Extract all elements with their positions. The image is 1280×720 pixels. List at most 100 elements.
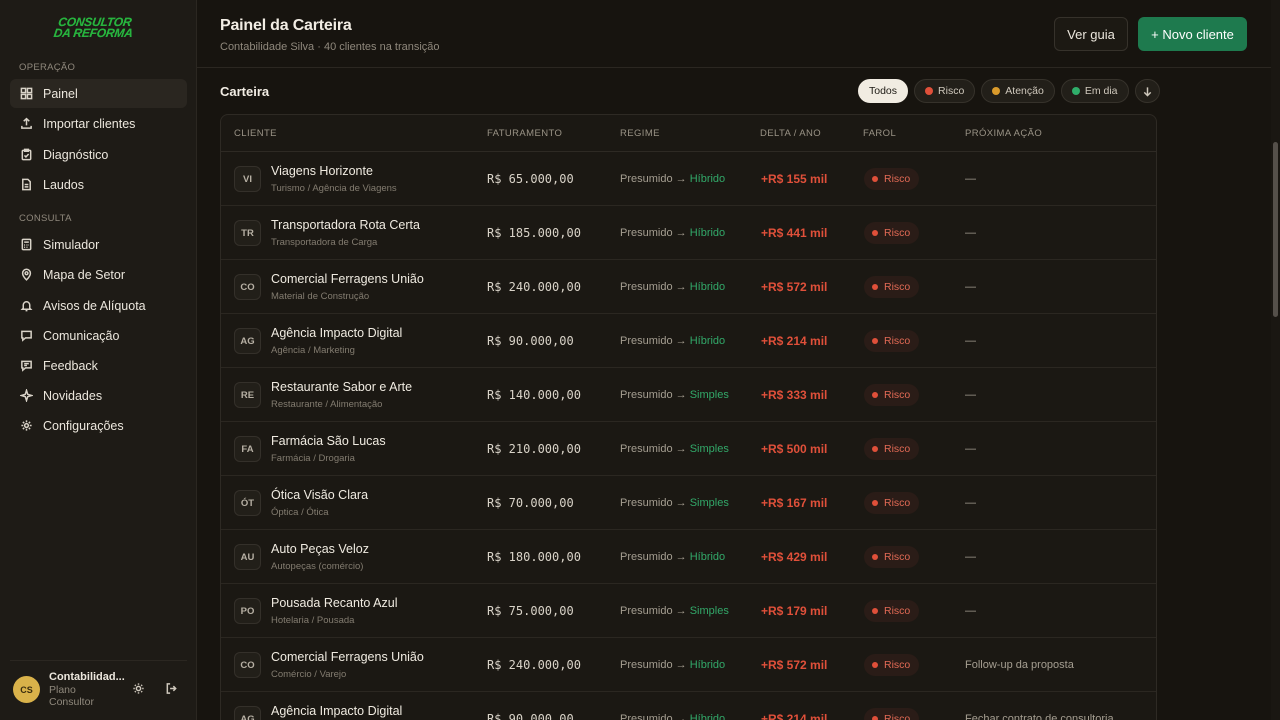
filter-todos[interactable]: Todos [858,79,909,103]
client-initials: AG [234,328,261,354]
table-row[interactable]: ÓT Ótica Visão Clara Óptica / Ótica R$ 70.0… [221,476,1156,530]
client-revenue: R$ 140.000,00 [487,388,581,402]
client-sector: Comércio / Varejo [271,669,347,680]
sidebar-item-simulador[interactable]: Simulador [10,230,187,259]
nav-section-operacao: OPERAÇÃO [19,62,76,73]
status-label: Risco [884,389,911,401]
filter-em-dia[interactable]: Em dia [1060,79,1129,103]
client-delta: +R$ 179 mil [761,604,828,618]
client-next-action: — [965,335,976,347]
client-initials: FA [234,436,261,462]
status-badge: Risco [864,276,920,298]
table-row[interactable]: CO Comercial Ferragens União Comércio / Va… [221,638,1156,692]
client-name[interactable]: Restaurante Sabor e Arte [271,380,412,394]
column-header-proxima-acao[interactable]: PRÓXIMA AÇÃO [965,128,1042,139]
client-name[interactable]: Auto Peças Veloz [271,542,369,556]
sidebar-item-label: Avisos de Alíquota [43,298,146,313]
sidebar-item-comunicacao[interactable]: Comunicação [10,321,187,350]
table-row[interactable]: VI Viagens Horizonte Turismo / Agência de … [221,152,1156,206]
sidebar-item-painel[interactable]: Painel [10,79,187,108]
client-next-action: — [965,281,976,293]
sidebar-item-diagnostico[interactable]: Diagnóstico [10,140,187,169]
client-name[interactable]: Ótica Visão Clara [271,488,368,502]
sidebar-item-label: Importar clientes [43,116,136,131]
client-next-action: — [965,551,976,563]
client-next-action: — [965,227,976,239]
scrollbar-thumb[interactable] [1273,142,1278,317]
theme-toggle-button[interactable] [132,682,146,696]
sidebar-item-label: Mapa de Setor [43,267,125,282]
sidebar-item-avisos-de-aliquota[interactable]: Avisos de Alíquota [10,291,187,320]
table-row[interactable]: AGAgência Impacto DigitalAgência / Marke… [221,314,1156,368]
client-regime: Presumido → Híbrido [620,713,725,720]
sidebar-item-novidades[interactable]: Novidades [10,381,187,410]
avatar[interactable]: CS [13,676,40,703]
status-badge: Risco [864,330,920,352]
regime-to: Simples [689,443,729,455]
client-initials: TR [234,220,261,246]
feedback-icon [19,359,33,373]
sidebar-item-feedback[interactable]: Feedback [10,351,187,380]
logout-button[interactable] [165,682,179,696]
page-scrollbar[interactable] [1271,0,1280,720]
table-row[interactable]: TR Transportadora Rota Certa Transportador… [221,206,1156,260]
table-row[interactable]: AGAgência Impacto DigitalAgência / Marke… [221,692,1156,720]
client-revenue: R$ 210.000,00 [487,442,581,456]
column-header-farol[interactable]: FAROL [863,128,896,139]
regime-from: Presumido → [620,551,687,563]
gear-icon [19,419,33,433]
sort-button[interactable] [1134,79,1160,103]
client-name[interactable]: Transportadora Rota Certa [271,218,420,232]
brand-logo[interactable]: CONSULTOR DA REFORMA [46,15,141,40]
status-label: Risco [884,443,911,455]
client-revenue: R$ 240.000,00 [487,280,581,294]
table-header: CLIENTE FATURAMENTO REGIME DELTA / ANO F… [221,115,1156,152]
table-row[interactable]: CO Comercial Ferragens União Material de C… [221,260,1156,314]
sidebar-item-label: Configurações [43,418,124,433]
column-header-regime[interactable]: REGIME [620,128,660,139]
status-badge: Risco [864,654,920,676]
filter-atencao[interactable]: Atenção [981,79,1055,103]
column-header-delta[interactable]: DELTA / ANO [760,128,821,139]
sidebar-item-configuracoes[interactable]: Configurações [10,411,187,440]
client-revenue: R$ 65.000,00 [487,172,574,186]
client-regime: Presumido → Híbrido [620,335,725,347]
filter-risco[interactable]: Risco [914,79,976,103]
client-sector: Autopeças (comércio) [271,561,364,572]
client-initials: CO [234,274,261,300]
filter-label: Todos [869,85,898,97]
column-header-cliente[interactable]: CLIENTE [234,128,277,139]
client-regime: Presumido → Híbrido [620,551,725,563]
client-name[interactable]: Viagens Horizonte [271,164,373,178]
sidebar-item-importar-clientes[interactable]: Importar clientes [10,109,187,138]
sidebar-item-mapa-de-setor[interactable]: Mapa de Setor [10,260,187,289]
table-row[interactable]: FA Farmácia São Lucas Farmácia / Drogaria R… [221,422,1156,476]
client-sector: Restaurante / Alimentação [271,399,383,410]
bell-icon [19,299,33,313]
column-header-faturamento[interactable]: FATURAMENTO [487,128,562,139]
table-row[interactable]: AU Auto Peças Veloz Autopeças (comércio) R$… [221,530,1156,584]
sidebar-item-laudos[interactable]: Laudos [10,170,187,199]
client-name[interactable]: Comercial Ferragens União [271,650,424,664]
view-guide-button[interactable]: Ver guia [1054,17,1128,51]
sidebar-item-label: Comunicação [43,328,120,343]
client-name[interactable]: Agência Impacto Digital [271,326,402,340]
client-next-action: — [965,389,976,401]
table-row[interactable]: RE Restaurante Sabor e Arte Restaurante / … [221,368,1156,422]
regime-from: Presumido → [620,713,687,720]
sidebar-item-label: Painel [43,86,78,101]
map-pin-icon [19,268,33,282]
client-regime: Presumido → Simples [620,497,729,509]
client-name[interactable]: Pousada Recanto Azul [271,596,397,610]
client-regime: Presumido → Simples [620,605,729,617]
sidebar-item-label: Laudos [43,177,85,192]
table-row[interactable]: PO Pousada Recanto Azul Hotelaria / Pousad… [221,584,1156,638]
client-name[interactable]: Comercial Ferragens União [271,272,424,286]
client-name[interactable]: Farmácia São Lucas [271,434,386,448]
new-client-button[interactable]: + Novo cliente [1138,17,1247,51]
status-badge: Risco [864,492,920,514]
client-initials: VI [234,166,261,192]
client-name[interactable]: Agência Impacto Digital [271,704,402,718]
regime-from: Presumido → [620,173,687,185]
client-delta: +R$ 500 mil [761,442,828,456]
